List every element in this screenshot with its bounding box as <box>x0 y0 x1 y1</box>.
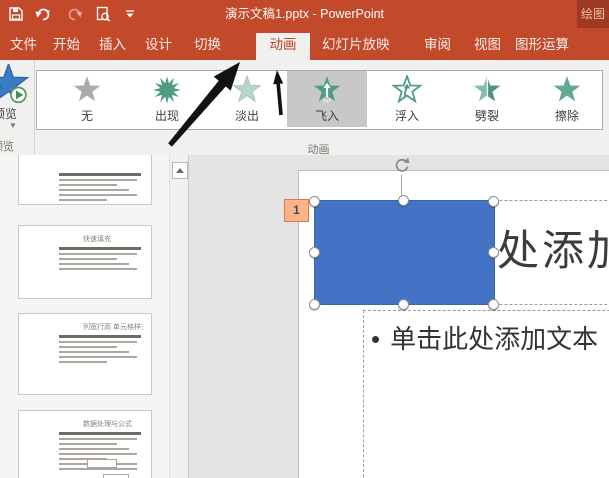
slide-canvas[interactable]: 单击此处添加标题 •单击此处添加文本 <box>298 170 609 478</box>
animation-label: 飞入 <box>314 109 339 123</box>
animation-split[interactable]: 劈裂 <box>447 71 527 127</box>
thumbnail-callout-box <box>87 459 117 468</box>
tab-review[interactable]: 审阅 <box>424 33 451 60</box>
animation-none[interactable]: 无 <box>47 71 127 127</box>
powerpoint-window: 演示文稿1.pptx - PowerPoint 绘图 格 文件 开始 插入 设计… <box>0 0 609 478</box>
resize-handle-bottom-left[interactable] <box>308 298 320 310</box>
animation-fade[interactable]: 淡出 <box>207 71 287 127</box>
thumbnail-text-lines <box>19 247 151 270</box>
slide-thumbnail-1[interactable] <box>18 155 152 205</box>
rotation-handle-icon[interactable] <box>393 156 411 179</box>
tab-file[interactable]: 文件 <box>10 33 37 60</box>
preview-button[interactable]: 预览 <box>0 105 17 122</box>
preview-dropdown-caret-icon[interactable]: ▼ <box>9 121 17 130</box>
animation-gallery: 无 出现 淡出 飞入 浮入 劈裂 擦除 <box>36 70 603 130</box>
tab-shape-operations[interactable]: 图形运算 <box>515 33 569 60</box>
preview-group-label: 预览 <box>0 141 14 153</box>
resize-handle-top-left[interactable] <box>308 195 320 207</box>
title-bar: 演示文稿1.pptx - PowerPoint <box>0 0 609 28</box>
animation-label: 无 <box>80 109 93 123</box>
slide-thumbnail-panel: 快速填充 列宽行高 单元格样式 数据处理与公式 <box>0 155 169 478</box>
animation-label: 出现 <box>154 109 179 123</box>
document-title: 演示文稿1.pptx - PowerPoint <box>224 7 385 21</box>
scroll-up-icon[interactable] <box>172 162 188 179</box>
animation-label: 浮入 <box>394 109 419 123</box>
preview-star-icon[interactable] <box>0 61 34 111</box>
animation-float-in[interactable]: 浮入 <box>367 71 447 127</box>
ribbon-animations: 预览 ▼ 预览 无 出现 淡出 <box>0 60 609 156</box>
bullet-glyph: • <box>371 324 381 354</box>
animation-label: 擦除 <box>554 109 579 123</box>
tab-slideshow[interactable]: 幻灯片放映 <box>322 33 390 60</box>
tab-transitions[interactable]: 切换 <box>194 33 221 60</box>
animation-label: 劈裂 <box>474 109 499 123</box>
resize-handle-bottom-middle[interactable] <box>397 298 409 310</box>
tab-animations[interactable]: 动画 <box>256 33 310 60</box>
resize-handle-middle-left[interactable] <box>308 246 320 258</box>
resize-handle-bottom-right[interactable] <box>487 298 499 310</box>
resize-handle-top-right[interactable] <box>487 195 499 207</box>
animation-wipe[interactable]: 擦除 <box>527 71 607 127</box>
preview-group: 预览 ▼ 预览 <box>0 60 35 154</box>
thumbnail-title: 快速填充 <box>83 236 111 243</box>
animation-label: 淡出 <box>234 109 259 123</box>
ribbon-tab-bar: 文件 开始 插入 设计 切换 动画 幻灯片放映 审阅 视图 图形运算 <box>0 28 609 60</box>
thumbnail-title: 数据处理与公式 <box>83 421 132 428</box>
resize-handle-middle-right[interactable] <box>487 246 499 258</box>
animation-appear[interactable]: 出现 <box>127 71 207 127</box>
thumbnail-text-lines <box>19 335 151 363</box>
resize-handle-top-middle[interactable] <box>397 194 409 206</box>
contextual-group-label: 绘图 <box>581 7 606 21</box>
blue-rectangle-shape[interactable] <box>314 200 495 305</box>
thumbnail-text-lines <box>19 155 151 204</box>
animation-fly-in[interactable]: 飞入 <box>287 71 367 127</box>
tab-view[interactable]: 视图 <box>474 33 501 60</box>
thumbnail-title: 列宽行高 单元格样式 <box>83 324 143 331</box>
slide-thumbnail-2[interactable]: 快速填充 <box>18 225 152 299</box>
tab-home[interactable]: 开始 <box>53 33 80 60</box>
slide-thumbnail-4[interactable]: 数据处理与公式 <box>18 410 152 478</box>
tab-design[interactable]: 设计 <box>145 33 172 60</box>
body-placeholder-text: 单击此处添加文本 <box>390 324 599 354</box>
slide-thumbnail-3[interactable]: 列宽行高 单元格样式 <box>18 313 152 395</box>
thumbnail-text-lines <box>19 432 151 470</box>
content-placeholder[interactable]: • 单击此处添加文本 <box>363 310 609 478</box>
animation-order-badge[interactable]: 1 <box>284 199 309 222</box>
thumbnail-scrollbar[interactable] <box>169 155 189 478</box>
tab-insert[interactable]: 插入 <box>99 33 126 60</box>
thumbnail-callout-box <box>103 474 129 478</box>
